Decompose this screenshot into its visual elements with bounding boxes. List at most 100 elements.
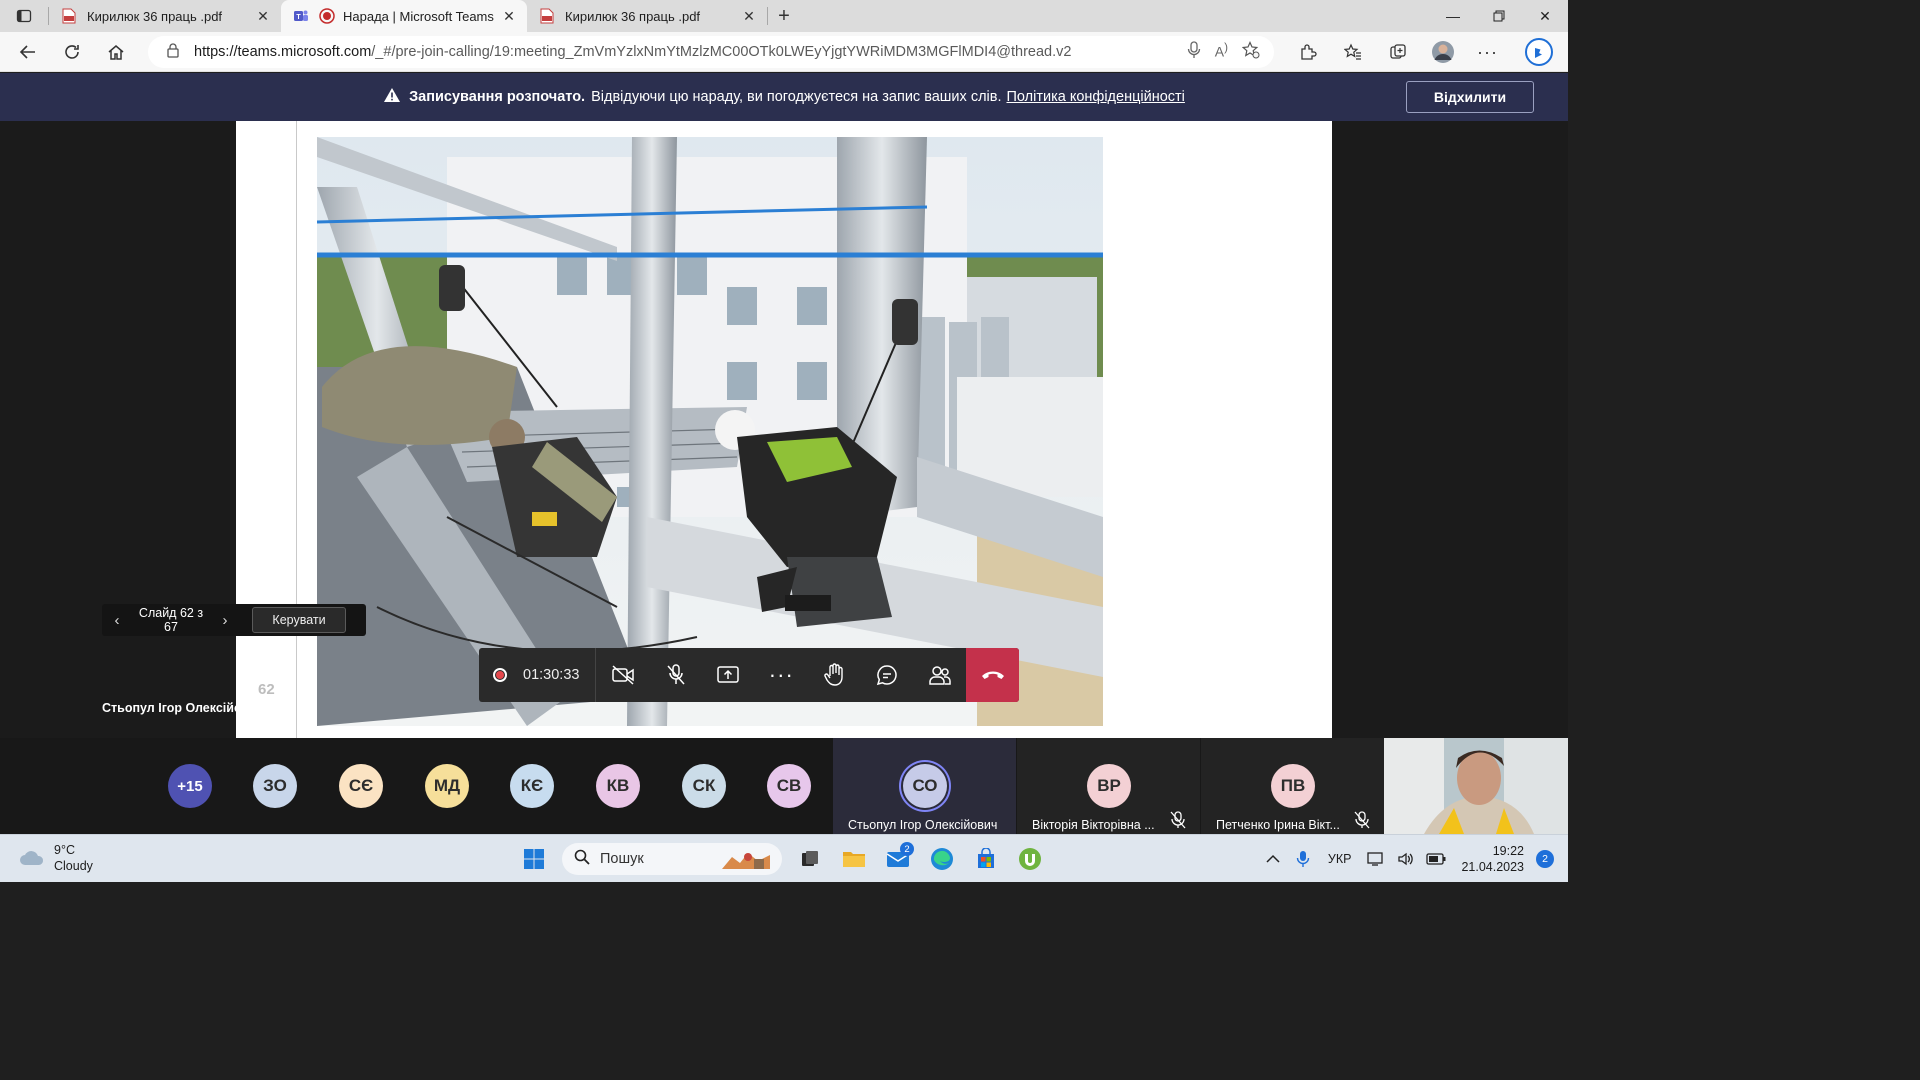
meeting-timer: 01:30:33 xyxy=(479,648,597,702)
window-controls: — ✕ xyxy=(1430,0,1568,32)
taskbar-apps: Пошук 2 xyxy=(512,839,1052,879)
overflow-participants-button[interactable]: +15 xyxy=(168,764,212,808)
participant-tile[interactable]: ПВ Петченко Ірина Вікт... xyxy=(1201,738,1384,834)
privacy-policy-link[interactable]: Політика конфіденційності xyxy=(1006,89,1184,105)
utorrent-icon[interactable] xyxy=(1008,839,1052,879)
close-window-icon[interactable]: ✕ xyxy=(1522,0,1568,32)
warning-icon xyxy=(383,87,401,107)
close-tab-icon[interactable]: ✕ xyxy=(255,8,271,24)
slide-navigation: ‹ Слайд 62 з 67 › Керувати xyxy=(102,604,366,636)
search-highlight-icon xyxy=(718,847,774,875)
back-icon[interactable] xyxy=(6,34,50,70)
participant-avatar[interactable]: СК xyxy=(682,764,726,808)
participant-video-tile[interactable] xyxy=(1384,738,1568,834)
participant-avatar[interactable]: СВ xyxy=(767,764,811,808)
browser-right-tools: ··· xyxy=(1285,32,1568,72)
teams-icon: T xyxy=(293,8,309,24)
refresh-icon[interactable] xyxy=(50,34,94,70)
participant-avatar[interactable]: МД xyxy=(425,764,469,808)
mail-icon[interactable]: 2 xyxy=(876,839,920,879)
volume-icon[interactable] xyxy=(1391,851,1421,867)
browser-tab-pdf-2[interactable]: Кирилюк 36 праць .pdf ✕ xyxy=(527,0,767,32)
mic-off-icon[interactable] xyxy=(649,648,702,702)
input-language[interactable]: УКР xyxy=(1318,852,1362,866)
search-icon xyxy=(574,849,590,869)
new-tab-button[interactable]: + xyxy=(768,0,800,32)
weather-widget[interactable]: 9°C Cloudy xyxy=(18,842,93,874)
tab-label: Нарада | Microsoft Teams xyxy=(343,8,494,24)
leave-call-button[interactable] xyxy=(966,648,1019,702)
edge-browser-icon[interactable] xyxy=(920,839,964,879)
microphone-icon[interactable] xyxy=(1187,41,1201,63)
tab-actions-button[interactable] xyxy=(0,0,48,32)
favorites-icon[interactable] xyxy=(1330,32,1375,72)
browser-tab-teams[interactable]: T Нарада | Microsoft Teams ✕ xyxy=(281,0,527,32)
share-screen-icon[interactable] xyxy=(702,648,755,702)
shared-slide: 62 xyxy=(236,121,1332,738)
svg-text:T: T xyxy=(296,14,301,21)
participant-name: Вікторія Вікторівна ... xyxy=(1032,818,1155,832)
close-tab-icon[interactable]: ✕ xyxy=(741,8,757,24)
slide-photo xyxy=(317,137,1103,726)
read-aloud-icon[interactable]: A) xyxy=(1215,41,1228,63)
participants-strip: +15 ЗО СЄ МД КЄ КВ СК СВ СО Стьопул Ігор… xyxy=(0,738,1568,834)
mic-muted-icon xyxy=(1170,811,1186,834)
browser-toolbar: https://teams.microsoft.com/_#/pre-join-… xyxy=(0,32,1568,72)
minimize-icon[interactable]: — xyxy=(1430,0,1476,32)
more-options-icon[interactable]: ··· xyxy=(1465,32,1510,72)
restore-icon[interactable] xyxy=(1476,0,1522,32)
browser-tab-pdf-1[interactable]: Кирилюк 36 праць .pdf ✕ xyxy=(49,0,281,32)
battery-icon[interactable] xyxy=(1421,853,1451,865)
more-actions-icon[interactable]: ··· xyxy=(755,648,808,702)
windows-taskbar: 9°C Cloudy Пошук 2 УКР 19:22 21.04.2023 2 xyxy=(0,834,1568,882)
taskbar-search[interactable]: Пошук xyxy=(562,843,782,875)
participant-tile-presenter[interactable]: СО Стьопул Ігор Олексійович xyxy=(833,738,1016,834)
bing-icon[interactable] xyxy=(1510,32,1568,72)
camera-off-icon[interactable] xyxy=(596,648,649,702)
clock-date: 21.04.2023 xyxy=(1461,860,1524,874)
participant-avatar[interactable]: КЄ xyxy=(510,764,554,808)
network-icon[interactable] xyxy=(1361,851,1391,867)
participant-avatar[interactable]: ЗО xyxy=(253,764,297,808)
extensions-icon[interactable] xyxy=(1285,32,1330,72)
previous-slide-icon[interactable]: ‹ xyxy=(102,612,132,629)
participant-avatar[interactable]: СЄ xyxy=(339,764,383,808)
participant-avatar[interactable]: КВ xyxy=(596,764,640,808)
chevron-up-icon[interactable] xyxy=(1258,854,1288,864)
participant-avatar: ВР xyxy=(1087,764,1131,808)
participant-avatar: СО xyxy=(903,764,947,808)
recording-banner: Записування розпочато. Відвідуючи цю нар… xyxy=(0,73,1568,121)
profile-avatar[interactable] xyxy=(1420,32,1465,72)
chat-icon[interactable] xyxy=(861,648,914,702)
decline-recording-button[interactable]: Відхилити xyxy=(1406,81,1534,113)
participants-icon[interactable] xyxy=(913,648,966,702)
timer-text: 01:30:33 xyxy=(523,667,580,683)
microsoft-store-icon[interactable] xyxy=(964,839,1008,879)
file-explorer-icon[interactable] xyxy=(832,839,876,879)
banner-text: Відвідуючи цю нараду, ви погоджуєтеся на… xyxy=(591,89,1002,105)
take-control-button[interactable]: Керувати xyxy=(252,607,346,633)
participant-tile[interactable]: ВР Вікторія Вікторівна ... xyxy=(1017,738,1200,834)
add-favorite-icon[interactable] xyxy=(1241,41,1260,63)
raise-hand-icon[interactable] xyxy=(808,648,861,702)
close-tab-icon[interactable]: ✕ xyxy=(501,8,517,24)
clock[interactable]: 19:22 21.04.2023 xyxy=(1451,843,1536,875)
url-text: https://teams.microsoft.com/_#/pre-join-… xyxy=(194,44,1187,60)
clock-time: 19:22 xyxy=(1492,844,1524,858)
recording-icon xyxy=(319,8,335,24)
microphone-icon[interactable] xyxy=(1288,850,1318,868)
url-host: https://teams.microsoft.com xyxy=(194,44,372,60)
banner-title: Записування розпочато. xyxy=(409,89,586,105)
address-bar[interactable]: https://teams.microsoft.com/_#/pre-join-… xyxy=(148,36,1274,68)
mic-muted-icon xyxy=(1354,811,1370,834)
lock-icon[interactable] xyxy=(166,42,180,62)
notifications-badge[interactable]: 2 xyxy=(1536,850,1554,868)
home-icon[interactable] xyxy=(94,34,138,70)
start-icon[interactable] xyxy=(512,839,556,879)
slide-page-number: 62 xyxy=(258,681,275,698)
task-view-icon[interactable] xyxy=(788,839,832,879)
address-bar-icons: A) xyxy=(1187,41,1274,63)
next-slide-icon[interactable]: › xyxy=(210,612,240,629)
participant-name: Петченко Ірина Вікт... xyxy=(1216,818,1340,832)
collections-icon[interactable] xyxy=(1375,32,1420,72)
